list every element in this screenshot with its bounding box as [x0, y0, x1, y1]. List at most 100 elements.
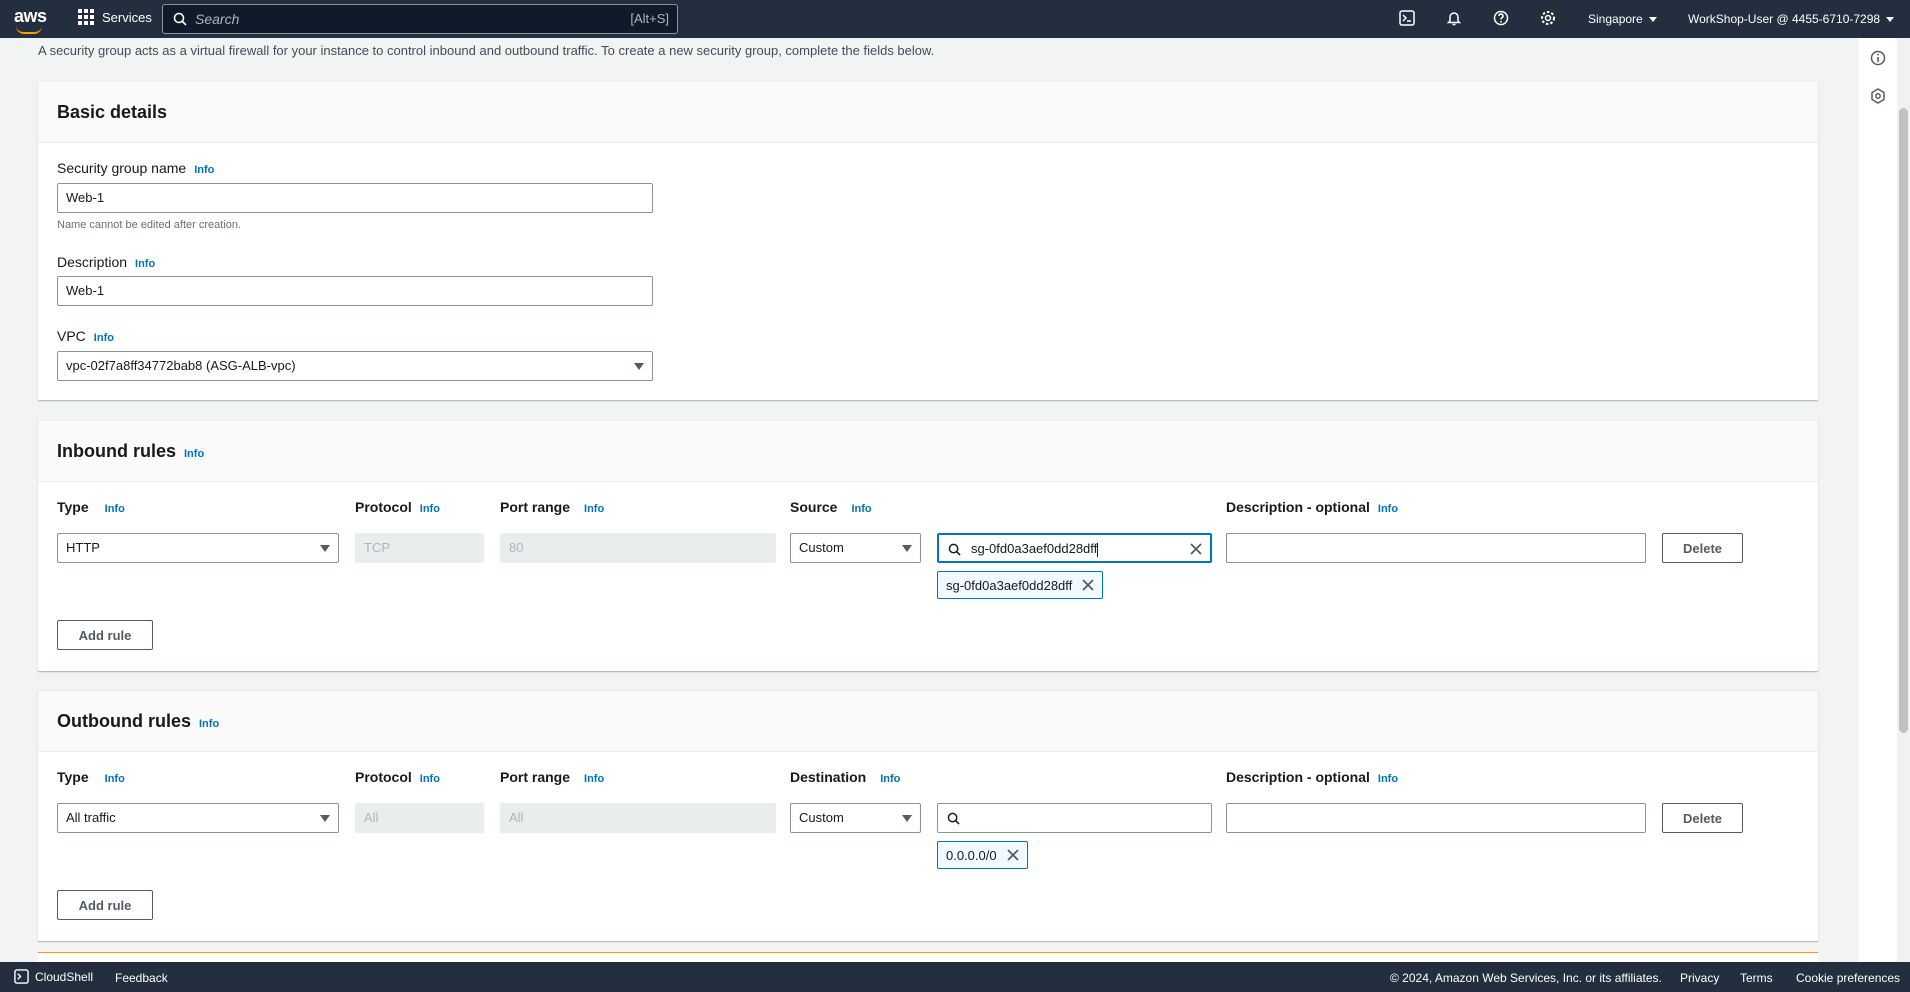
- delete-button[interactable]: Delete: [1662, 533, 1743, 563]
- security-group-name-input[interactable]: Web-1: [57, 183, 653, 213]
- source-select[interactable]: Custom: [790, 533, 921, 563]
- col-label: Type: [57, 769, 89, 785]
- account-menu[interactable]: WorkShop-User @ 4455-6710-7298: [1688, 12, 1895, 26]
- col-label: Source: [790, 499, 838, 515]
- description-input[interactable]: Web-1: [57, 276, 653, 306]
- caret-down-icon: [902, 815, 912, 822]
- outbound-rules-title: Outbound rules Info: [57, 711, 219, 732]
- cloudshell-icon[interactable]: [1399, 10, 1415, 26]
- remove-token-icon[interactable]: [1006, 849, 1019, 861]
- type-select[interactable]: HTTP: [57, 533, 339, 563]
- title-text: Outbound rules: [57, 711, 191, 731]
- info-link[interactable]: Info: [880, 773, 900, 785]
- name-hint: Name cannot be edited after creation.: [57, 219, 242, 231]
- cloud-settings-icon[interactable]: [1870, 88, 1886, 104]
- col-label: Port range: [500, 769, 571, 785]
- global-search-input[interactable]: Search [Alt+S]: [162, 4, 678, 34]
- search-value: sg-0fd0a3aef0dd28dff: [971, 541, 1098, 556]
- col-description: Description - optional Info: [1226, 499, 1398, 515]
- gear-icon[interactable]: [1540, 10, 1556, 26]
- account-label: WorkShop-User @ 4455-6710-7298: [1688, 12, 1881, 26]
- info-link[interactable]: Info: [584, 503, 604, 515]
- right-utility-rail: [1857, 38, 1898, 962]
- services-menu-button[interactable]: Services: [78, 9, 152, 25]
- info-link[interactable]: Info: [199, 718, 219, 730]
- basic-details-title: Basic details: [57, 102, 168, 122]
- info-link[interactable]: Info: [851, 503, 871, 515]
- col-label: Protocol: [355, 499, 412, 515]
- destination-value: Custom: [799, 810, 844, 825]
- caret-down-icon: [902, 545, 912, 552]
- region-selector[interactable]: Singapore: [1588, 12, 1657, 26]
- source-value: Custom: [799, 540, 844, 555]
- caret-down-icon: [320, 545, 330, 552]
- aws-logo[interactable]: aws: [14, 6, 47, 34]
- token-label: 0.0.0.0/0: [946, 847, 997, 863]
- label-text: Security group name: [57, 160, 187, 176]
- bell-icon[interactable]: [1446, 10, 1462, 26]
- copyright-text: © 2024, Amazon Web Services, Inc. or its…: [1390, 971, 1662, 985]
- help-icon[interactable]: [1493, 10, 1509, 26]
- delete-button[interactable]: Delete: [1662, 803, 1743, 833]
- cloudshell-button[interactable]: CloudShell: [14, 969, 93, 984]
- add-rule-button[interactable]: Add rule: [57, 890, 153, 920]
- info-link[interactable]: Info: [194, 164, 214, 176]
- search-shortcut: [Alt+S]: [630, 11, 669, 26]
- source-token: sg-0fd0a3aef0dd28dff: [937, 571, 1104, 599]
- info-link[interactable]: Info: [105, 503, 125, 515]
- col-label: Protocol: [355, 769, 412, 785]
- page-scrollbar[interactable]: [1897, 38, 1910, 962]
- col-port-range: Port range Info: [500, 499, 604, 515]
- cookie-preferences-link[interactable]: Cookie preferences: [1796, 971, 1900, 985]
- add-rule-button[interactable]: Add rule: [57, 620, 153, 650]
- label-text: VPC: [57, 328, 86, 344]
- type-select[interactable]: All traffic: [57, 803, 339, 833]
- col-label: Destination: [790, 769, 867, 785]
- inbound-rules-title: Inbound rules Info: [57, 441, 204, 462]
- scrollbar-thumb[interactable]: [1899, 108, 1908, 733]
- info-link[interactable]: Info: [1378, 503, 1398, 515]
- logo-text: aws: [14, 6, 47, 26]
- panel-header: Basic details: [38, 82, 1818, 143]
- description-label: Description Info: [57, 254, 155, 270]
- panel-header: Outbound rules Info: [38, 691, 1818, 752]
- clear-icon[interactable]: [1190, 543, 1202, 555]
- description-input[interactable]: [1226, 803, 1646, 833]
- col-label: Description - optional: [1226, 499, 1370, 515]
- vpc-select[interactable]: vpc-02f7a8ff34772bab8 (ASG-ALB-vpc): [57, 351, 653, 381]
- info-link[interactable]: Info: [1378, 773, 1398, 785]
- terms-link[interactable]: Terms: [1740, 971, 1773, 985]
- search-placeholder: Search: [195, 11, 240, 27]
- label-text: Description: [57, 254, 128, 270]
- col-type: Type Info: [57, 499, 125, 515]
- cloudshell-icon: [14, 969, 29, 984]
- destination-token: 0.0.0.0/0: [937, 841, 1028, 869]
- info-link[interactable]: Info: [184, 448, 204, 460]
- info-link[interactable]: Info: [94, 332, 114, 344]
- info-link[interactable]: Info: [135, 258, 155, 270]
- info-link[interactable]: Info: [420, 773, 440, 785]
- info-circle-icon[interactable]: [1870, 50, 1886, 66]
- info-link[interactable]: Info: [105, 773, 125, 785]
- info-link[interactable]: Info: [584, 773, 604, 785]
- destination-select[interactable]: Custom: [790, 803, 921, 833]
- col-type: Type Info: [57, 769, 125, 785]
- source-search-input[interactable]: sg-0fd0a3aef0dd28dff: [937, 533, 1212, 563]
- description-input[interactable]: [1226, 533, 1646, 563]
- feedback-link[interactable]: Feedback: [115, 971, 168, 985]
- destination-search-input[interactable]: [937, 803, 1212, 833]
- logo-smile: [16, 26, 42, 34]
- outbound-rules-panel: Outbound rules Info Type Info Protocol Info…: [38, 690, 1818, 941]
- info-link[interactable]: Info: [420, 503, 440, 515]
- col-label: Port range: [500, 499, 571, 515]
- privacy-link[interactable]: Privacy: [1680, 971, 1719, 985]
- protocol-field: TCP: [355, 533, 484, 563]
- search-icon: [173, 12, 187, 26]
- vpc-label: VPC Info: [57, 328, 114, 344]
- region-label: Singapore: [1588, 12, 1643, 26]
- port-range-field: 80: [500, 533, 776, 563]
- col-label: Description - optional: [1226, 769, 1370, 785]
- col-protocol: Protocol Info: [355, 769, 440, 785]
- security-group-name-label: Security group name Info: [57, 160, 214, 176]
- remove-token-icon[interactable]: [1082, 579, 1094, 591]
